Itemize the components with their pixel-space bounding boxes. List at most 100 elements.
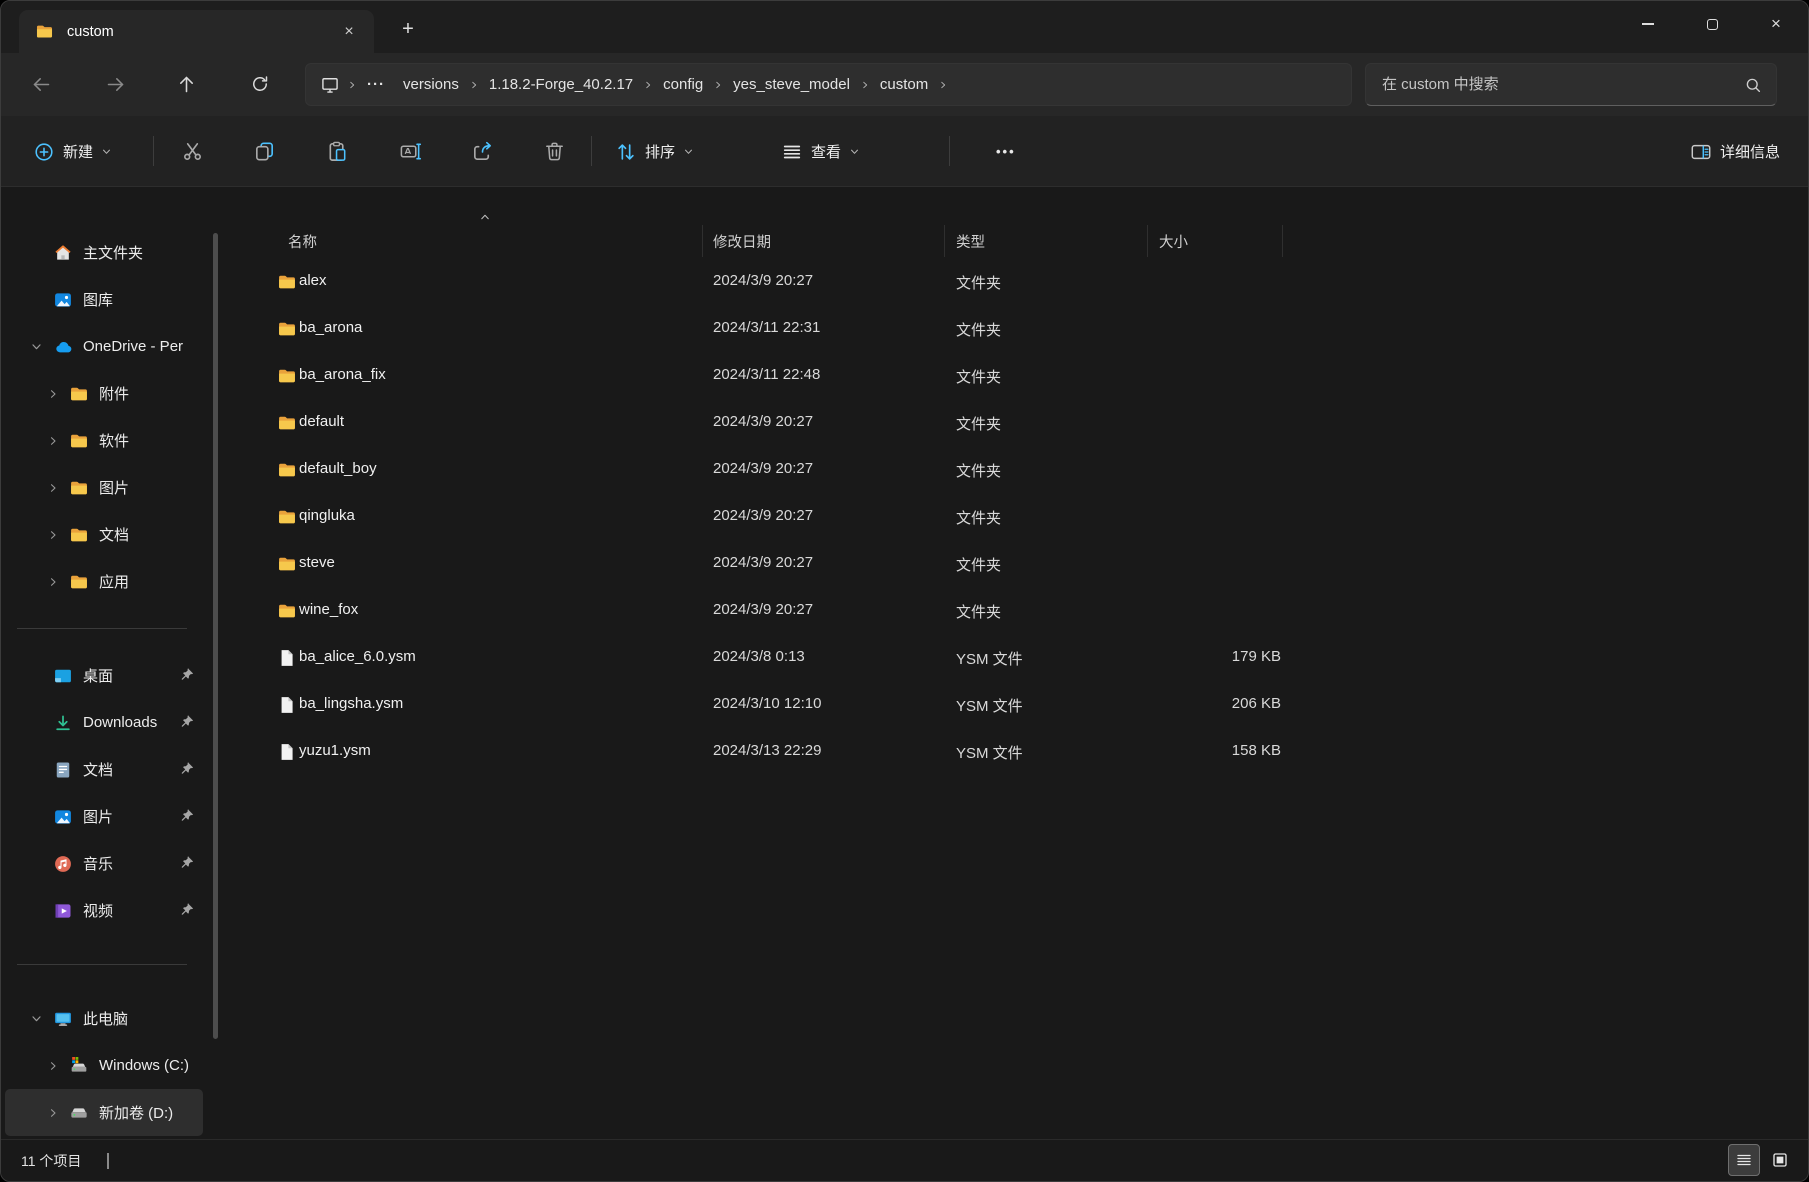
paste-icon — [326, 140, 349, 163]
sidebar-item-Windows (C:)[interactable]: Windows (C:) — [5, 1042, 203, 1089]
file-row[interactable]: ba_lingsha.ysm 2024/3/10 12:10 YSM 文件 20… — [231, 682, 1798, 729]
up-button[interactable] — [168, 66, 204, 102]
chevron-right-icon[interactable] — [37, 388, 69, 400]
file-row[interactable]: ba_alice_6.0.ysm 2024/3/8 0:13 YSM 文件 17… — [231, 635, 1798, 682]
search-input[interactable] — [1380, 75, 1744, 94]
refresh-button[interactable] — [242, 66, 278, 102]
view-button[interactable]: 查看 — [771, 133, 870, 170]
chevron-right-icon[interactable] — [37, 1107, 69, 1119]
file-row[interactable]: alex 2024/3/9 20:27 文件夹 — [231, 259, 1798, 306]
new-tab-button[interactable]: + — [393, 14, 423, 44]
drive-icon — [69, 1103, 89, 1123]
forward-button[interactable] — [97, 66, 133, 102]
folder-icon — [277, 366, 297, 386]
sidebar-item-图片[interactable]: 图片 — [5, 464, 203, 511]
file-icon — [277, 648, 297, 668]
close-button[interactable]: × — [1744, 1, 1808, 47]
tab-custom[interactable]: custom × — [19, 10, 374, 53]
sidebar-scrollbar[interactable] — [213, 233, 218, 1039]
sidebar-item-附件[interactable]: 附件 — [5, 370, 203, 417]
chevron-down-icon[interactable] — [19, 340, 53, 353]
file-row[interactable]: qingluka 2024/3/9 20:27 文件夹 — [231, 494, 1798, 541]
breadcrumb-chevron-icon — [347, 80, 357, 90]
sidebar-item-图片[interactable]: 图片 — [5, 793, 203, 840]
pc-icon — [53, 1009, 73, 1029]
column-header-name[interactable]: 名称 — [288, 231, 317, 252]
column-divider[interactable] — [1147, 225, 1148, 257]
file-type: YSM 文件 — [956, 648, 1023, 669]
sidebar-item-软件[interactable]: 软件 — [5, 417, 203, 464]
sidebar-item-图库[interactable]: 图库 — [5, 276, 203, 323]
sidebar-item-新加卷 (D:)[interactable]: 新加卷 (D:) — [5, 1089, 203, 1136]
column-header-modified[interactable]: 修改日期 — [713, 231, 771, 252]
sidebar-item-视频[interactable]: 视频 — [5, 887, 203, 934]
address-bar[interactable]: ···versions 1.18.2-Forge_40.2.17 config yes… — [305, 63, 1352, 106]
new-button[interactable]: 新建 — [23, 133, 122, 170]
separator — [153, 136, 154, 166]
file-row[interactable]: wine_fox 2024/3/9 20:27 文件夹 — [231, 588, 1798, 635]
file-row[interactable]: ba_arona 2024/3/11 22:31 文件夹 — [231, 306, 1798, 353]
details-view-toggle[interactable] — [1728, 1144, 1760, 1176]
folder-icon — [69, 478, 89, 498]
minimize-button[interactable] — [1616, 1, 1680, 47]
column-header-size[interactable]: 大小 — [1159, 231, 1188, 252]
sidebar-item-文档[interactable]: 文档 — [5, 746, 203, 793]
breadcrumb-overflow[interactable]: ··· — [358, 71, 394, 98]
folder-icon — [277, 413, 297, 433]
pin-icon — [179, 855, 195, 871]
copy-button[interactable] — [241, 133, 287, 170]
file-type: 文件夹 — [956, 507, 1001, 528]
sidebar-item-label: OneDrive - Per — [83, 338, 183, 355]
chevron-right-icon[interactable] — [37, 435, 69, 447]
chevron-right-icon[interactable] — [37, 529, 69, 541]
sort-button[interactable]: 排序 — [605, 133, 704, 170]
file-row[interactable]: default_boy 2024/3/9 20:27 文件夹 — [231, 447, 1798, 494]
this-pc-icon[interactable] — [320, 75, 340, 95]
sidebar-item-应用[interactable]: 应用 — [5, 558, 203, 605]
file-row[interactable]: default 2024/3/9 20:27 文件夹 — [231, 400, 1798, 447]
file-row[interactable]: steve 2024/3/9 20:27 文件夹 — [231, 541, 1798, 588]
file-name: yuzu1.ysm — [299, 742, 371, 759]
chevron-right-icon[interactable] — [37, 1060, 69, 1072]
breadcrumb-item[interactable]: custom — [871, 71, 937, 98]
search-icon[interactable] — [1744, 76, 1762, 94]
delete-button[interactable] — [531, 133, 577, 170]
breadcrumb-item[interactable]: yes_steve_model — [724, 71, 859, 98]
chevron-down-icon[interactable] — [19, 1012, 53, 1025]
chevron-right-icon[interactable] — [37, 482, 69, 494]
file-row[interactable]: yuzu1.ysm 2024/3/13 22:29 YSM 文件 158 KB — [231, 729, 1798, 776]
tab-close-icon[interactable]: × — [336, 19, 362, 45]
folder-icon — [277, 413, 297, 433]
share-button[interactable] — [459, 133, 505, 170]
back-button[interactable] — [23, 66, 59, 102]
picture-icon — [53, 807, 73, 827]
paste-button[interactable] — [314, 133, 360, 170]
sidebar-item-文档[interactable]: 文档 — [5, 511, 203, 558]
rename-button[interactable] — [387, 133, 433, 170]
chevron-down-icon — [683, 146, 694, 157]
icons-view-toggle[interactable] — [1764, 1144, 1796, 1176]
more-options-button[interactable]: ••• — [986, 133, 1026, 170]
chevron-right-icon[interactable] — [37, 576, 69, 588]
column-divider[interactable] — [944, 225, 945, 257]
sidebar-item-OneDrive - Per[interactable]: OneDrive - Per — [5, 323, 203, 370]
search-box[interactable] — [1365, 63, 1777, 106]
column-header-type[interactable]: 类型 — [956, 231, 985, 252]
breadcrumb-item[interactable]: 1.18.2-Forge_40.2.17 — [480, 71, 642, 98]
sidebar-item-主文件夹[interactable]: 主文件夹 — [5, 229, 203, 276]
breadcrumb-item[interactable]: config — [654, 71, 712, 98]
sidebar-item-此电脑[interactable]: 此电脑 — [5, 995, 203, 1042]
file-row[interactable]: ba_arona_fix 2024/3/11 22:48 文件夹 — [231, 353, 1798, 400]
folder-icon — [277, 554, 297, 574]
breadcrumb-item[interactable]: versions — [394, 71, 468, 98]
maximize-button[interactable] — [1680, 1, 1744, 47]
sidebar-item-音乐[interactable]: 音乐 — [5, 840, 203, 887]
details-pane-button[interactable]: 详细信息 — [1680, 133, 1790, 170]
file-modified: 2024/3/9 20:27 — [713, 554, 813, 571]
sidebar-item-Downloads[interactable]: Downloads — [5, 699, 203, 746]
sidebar-item-桌面[interactable]: 桌面 — [5, 652, 203, 699]
cut-button[interactable] — [169, 133, 215, 170]
sidebar-item-label: 视频 — [83, 900, 113, 921]
column-divider[interactable] — [702, 225, 703, 257]
column-divider[interactable] — [1282, 225, 1283, 257]
